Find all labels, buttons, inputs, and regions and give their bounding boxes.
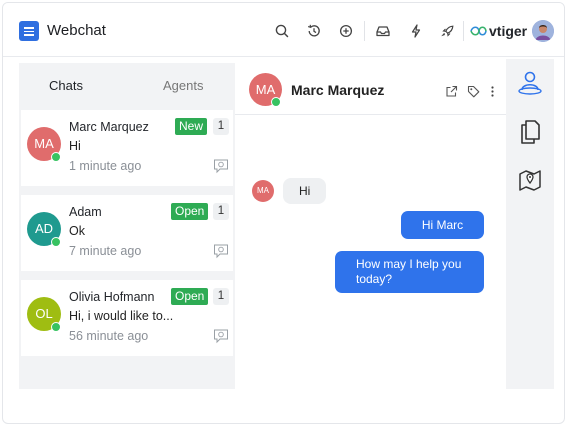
open-external-icon[interactable]: [445, 85, 458, 98]
tab-bar: Chats Agents: [19, 63, 235, 107]
chat-list-item[interactable]: MA Marc Marquez Hi 1 minute ago New 1: [21, 110, 233, 186]
chat-bubble-icon[interactable]: [213, 158, 229, 174]
lightning-icon[interactable]: [407, 22, 425, 40]
outgoing-message: Hi Marc: [401, 211, 484, 239]
contact-profile-icon[interactable]: [517, 69, 543, 97]
last-message: Hi, i would like to...: [69, 309, 174, 323]
brand-name: vtiger: [489, 23, 528, 39]
menu-icon[interactable]: [19, 21, 39, 41]
tab-chats[interactable]: Chats: [49, 78, 83, 93]
timestamp: 1 minute ago: [69, 159, 142, 173]
user-avatar[interactable]: [532, 20, 554, 42]
documents-icon[interactable]: [517, 117, 543, 145]
chat-bubble-icon[interactable]: [213, 243, 229, 259]
search-icon[interactable]: [273, 22, 291, 40]
chat-list-item[interactable]: AD Adam Ok 7 minute ago Open 1: [21, 195, 233, 271]
history-icon[interactable]: [305, 22, 323, 40]
rocket-icon[interactable]: [439, 22, 457, 40]
divider: [364, 21, 365, 41]
last-message: Hi: [69, 139, 81, 153]
conversation-header: MA Marc Marquez: [235, 59, 506, 115]
outgoing-message: How may I help you today?: [335, 251, 484, 293]
unread-count: 1: [213, 288, 229, 305]
tab-agents[interactable]: Agents: [163, 78, 203, 93]
right-rail: [506, 59, 554, 389]
message-line: today?: [356, 272, 393, 286]
contact-name: Marc Marquez: [69, 120, 149, 134]
status-badge: Open: [171, 288, 209, 305]
webchat-window: Webchat vtiger Chats Agents MA Marc Marq…: [2, 2, 565, 424]
online-status-dot: [271, 97, 281, 107]
chat-list-item[interactable]: OL Olivia Hofmann Hi, i would like to...…: [21, 280, 233, 356]
contact-name: Marc Marquez: [291, 82, 385, 98]
status-badge: New: [175, 118, 208, 135]
app-title: Webchat: [47, 22, 106, 39]
timestamp: 56 minute ago: [69, 329, 149, 343]
online-status-dot: [51, 322, 61, 332]
incoming-message: Hi: [283, 178, 327, 204]
inbox-icon[interactable]: [374, 22, 392, 40]
contact-name: Adam: [69, 205, 102, 219]
conversation-panel: MA Marc Marquez MA Hi Hi Marc How may I …: [235, 59, 506, 389]
chat-bubble-icon[interactable]: [213, 328, 229, 344]
top-bar: Webchat vtiger: [3, 3, 564, 57]
vtiger-logo-icon: [470, 26, 487, 36]
message-avatar: MA: [252, 180, 274, 202]
timestamp: 7 minute ago: [69, 244, 142, 258]
divider: [463, 21, 464, 41]
tag-icon[interactable]: [467, 85, 480, 98]
message-line: How may I help you: [356, 257, 462, 271]
add-circle-icon[interactable]: [337, 22, 355, 40]
more-options-icon[interactable]: [486, 85, 499, 98]
last-message: Ok: [69, 224, 85, 238]
unread-count: 1: [213, 118, 229, 135]
online-status-dot: [51, 237, 61, 247]
contact-name: Olivia Hofmann: [69, 290, 155, 304]
map-location-icon[interactable]: [517, 165, 543, 193]
online-status-dot: [51, 152, 61, 162]
status-badge: Open: [171, 203, 209, 220]
chat-list-panel: Chats Agents MA Marc Marquez Hi 1 minute…: [19, 63, 235, 389]
unread-count: 1: [213, 203, 229, 220]
